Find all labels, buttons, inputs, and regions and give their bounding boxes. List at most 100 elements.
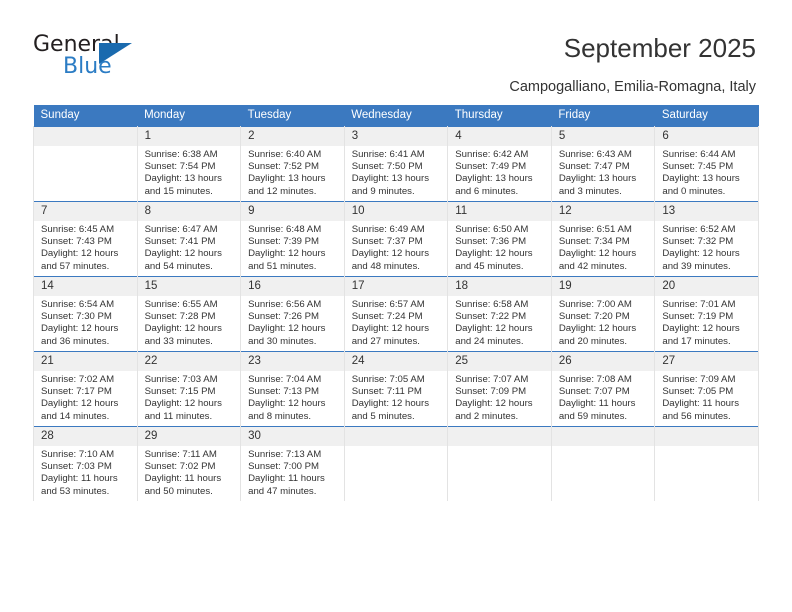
sunrise-time: Sunrise: 7:11 AM (144, 449, 217, 460)
day-cell-inner: 21 Sunrise: 7:02 AM Sunset: 7:17 PM Dayligh… (34, 352, 137, 426)
daylight-duration-line2: and 36 minutes. (41, 335, 110, 347)
day-details: Sunrise: 6:38 AM Sunset: 7:54 PM Daylight:… (138, 146, 241, 198)
daylight-duration-line2: and 42 minutes. (558, 260, 628, 272)
calendar-day-cell[interactable]: 29 Sunrise: 7:11 AM Sunset: 7:02 PM Dayligh… (136, 426, 242, 501)
calendar-day-cell[interactable]: 7 Sunrise: 6:45 AM Sunset: 7:43 PM Daylight… (33, 201, 138, 277)
day-number: 24 (344, 352, 448, 371)
weekday-header-wednesday: Wednesday (344, 105, 448, 127)
day-cell-inner (655, 427, 758, 501)
sunset-time: Sunset: 7:41 PM (144, 236, 216, 248)
calendar-day-cell[interactable]: 19 Sunrise: 7:00 AM Sunset: 7:20 PM Dayligh… (550, 276, 656, 352)
calendar-day-cell[interactable] (447, 426, 552, 501)
calendar-day-cell[interactable]: 17 Sunrise: 6:57 AM Sunset: 7:24 PM Dayligh… (343, 276, 449, 352)
day-cell-inner: 13 Sunrise: 6:52 AM Sunset: 7:32 PM Dayligh… (655, 202, 758, 276)
sunrise-time: Sunrise: 7:07 AM (455, 374, 529, 385)
calendar-day-cell[interactable]: 4 Sunrise: 6:42 AM Sunset: 7:49 PM Daylight… (447, 126, 552, 202)
calendar-day-cell[interactable]: 27 Sunrise: 7:09 AM Sunset: 7:05 PM Dayligh… (654, 351, 759, 427)
sunrise-time: Sunrise: 7:03 AM (144, 374, 218, 385)
daylight-duration-line1: Daylight: 12 hours (455, 248, 533, 260)
day-details: Sunrise: 7:00 AM Sunset: 7:20 PM Daylight:… (552, 296, 655, 348)
sunrise-time: Sunrise: 6:43 AM (558, 149, 632, 160)
calendar-day-cell[interactable]: 20 Sunrise: 7:01 AM Sunset: 7:19 PM Dayligh… (654, 276, 759, 352)
calendar-day-cell[interactable]: 5 Sunrise: 6:43 AM Sunset: 7:47 PM Daylight… (550, 126, 656, 202)
day-cell-inner: 30 Sunrise: 7:13 AM Sunset: 7:00 PM Dayligh… (241, 427, 344, 501)
generalblue-logo[interactable]: General Blue (33, 32, 203, 84)
day-cell-inner: 2 Sunrise: 6:40 AM Sunset: 7:52 PM Daylight… (241, 127, 344, 201)
calendar-day-cell[interactable]: 23 Sunrise: 7:04 AM Sunset: 7:13 PM Dayligh… (240, 351, 345, 427)
sunrise-time: Sunrise: 6:48 AM (248, 224, 322, 235)
calendar-day-cell[interactable]: 11 Sunrise: 6:50 AM Sunset: 7:36 PM Dayligh… (447, 201, 552, 277)
sunrise-time: Sunrise: 6:51 AM (558, 224, 632, 235)
calendar-day-cell[interactable]: 14 Sunrise: 6:54 AM Sunset: 7:30 PM Dayligh… (33, 276, 138, 352)
weekday-header-friday: Friday (551, 105, 655, 127)
daylight-duration-line2: and 53 minutes. (41, 485, 110, 497)
daylight-duration-line2: and 15 minutes. (144, 185, 213, 197)
calendar-day-cell[interactable]: 15 Sunrise: 6:55 AM Sunset: 7:28 PM Dayligh… (136, 276, 242, 352)
sunrise-time: Sunrise: 7:08 AM (558, 374, 632, 385)
calendar-day-cell[interactable]: 21 Sunrise: 7:02 AM Sunset: 7:17 PM Dayligh… (33, 351, 138, 427)
calendar-day-cell[interactable] (550, 426, 656, 501)
daylight-duration-line1: Daylight: 13 hours (558, 173, 637, 185)
day-cell-inner: 15 Sunrise: 6:55 AM Sunset: 7:28 PM Dayligh… (137, 277, 241, 351)
day-cell-inner: 24 Sunrise: 7:05 AM Sunset: 7:11 PM Dayligh… (344, 352, 448, 426)
sunset-time: Sunset: 7:52 PM (248, 161, 320, 173)
sunrise-time: Sunrise: 6:38 AM (144, 149, 218, 160)
calendar-day-cell[interactable]: 10 Sunrise: 6:49 AM Sunset: 7:37 PM Dayligh… (343, 201, 449, 277)
sunrise-time: Sunrise: 6:58 AM (455, 299, 529, 310)
sunset-time: Sunset: 7:54 PM (144, 161, 216, 173)
daylight-duration-line2: and 2 minutes. (455, 410, 519, 422)
calendar-day-cell[interactable]: 26 Sunrise: 7:08 AM Sunset: 7:07 PM Dayligh… (550, 351, 656, 427)
calendar-day-cell[interactable]: 16 Sunrise: 6:56 AM Sunset: 7:26 PM Dayligh… (240, 276, 345, 352)
daylight-duration-line2: and 3 minutes. (558, 185, 622, 197)
calendar-day-cell[interactable] (654, 426, 759, 501)
day-cell-inner: 17 Sunrise: 6:57 AM Sunset: 7:24 PM Dayligh… (344, 277, 448, 351)
sunrise-time: Sunrise: 6:57 AM (351, 299, 425, 310)
day-cell-inner: 18 Sunrise: 6:58 AM Sunset: 7:22 PM Dayligh… (448, 277, 551, 351)
calendar-day-cell[interactable]: 3 Sunrise: 6:41 AM Sunset: 7:50 PM Daylight… (343, 126, 449, 202)
day-cell-inner: 12 Sunrise: 6:51 AM Sunset: 7:34 PM Dayligh… (551, 202, 655, 276)
day-number (34, 127, 137, 146)
day-number: 30 (241, 427, 344, 446)
daylight-duration-line2: and 30 minutes. (248, 335, 317, 347)
day-cell-inner (34, 127, 137, 201)
day-details: Sunrise: 6:54 AM Sunset: 7:30 PM Daylight:… (34, 296, 137, 348)
calendar-day-cell[interactable]: 9 Sunrise: 6:48 AM Sunset: 7:39 PM Daylight… (240, 201, 345, 277)
daylight-duration-line1: Daylight: 11 hours (662, 398, 739, 410)
daylight-duration-line2: and 59 minutes. (558, 410, 628, 422)
calendar-day-cell[interactable]: 12 Sunrise: 6:51 AM Sunset: 7:34 PM Dayligh… (550, 201, 656, 277)
daylight-duration-line1: Daylight: 13 hours (248, 173, 326, 185)
calendar-day-cell[interactable]: 30 Sunrise: 7:13 AM Sunset: 7:00 PM Dayligh… (240, 426, 345, 501)
day-details: Sunrise: 6:51 AM Sunset: 7:34 PM Daylight:… (552, 221, 655, 273)
day-number: 13 (655, 202, 758, 221)
daylight-duration-line1: Daylight: 11 hours (41, 473, 118, 485)
sunset-time: Sunset: 7:47 PM (558, 161, 630, 173)
day-cell-inner: 28 Sunrise: 7:10 AM Sunset: 7:03 PM Dayligh… (34, 427, 137, 501)
daylight-duration-line1: Daylight: 12 hours (558, 248, 637, 260)
daylight-duration-line2: and 51 minutes. (248, 260, 317, 272)
calendar-day-cell[interactable]: 6 Sunrise: 6:44 AM Sunset: 7:45 PM Daylight… (654, 126, 759, 202)
sunset-time: Sunset: 7:22 PM (455, 311, 527, 323)
calendar-day-cell[interactable] (343, 426, 449, 501)
calendar-day-cell[interactable]: 13 Sunrise: 6:52 AM Sunset: 7:32 PM Dayligh… (654, 201, 759, 277)
calendar-day-cell[interactable]: 8 Sunrise: 6:47 AM Sunset: 7:41 PM Daylight… (136, 201, 242, 277)
calendar-day-cell[interactable]: 2 Sunrise: 6:40 AM Sunset: 7:52 PM Daylight… (240, 126, 345, 202)
calendar-day-cell[interactable]: 22 Sunrise: 7:03 AM Sunset: 7:15 PM Dayligh… (136, 351, 242, 427)
calendar-day-cell[interactable]: 24 Sunrise: 7:05 AM Sunset: 7:11 PM Dayligh… (343, 351, 449, 427)
daylight-duration-line2: and 20 minutes. (558, 335, 628, 347)
day-number: 22 (137, 352, 241, 371)
sunset-time: Sunset: 7:28 PM (144, 311, 216, 323)
calendar-day-cell[interactable]: 18 Sunrise: 6:58 AM Sunset: 7:22 PM Dayligh… (447, 276, 552, 352)
calendar-week-row: 7 Sunrise: 6:45 AM Sunset: 7:43 PM Daylight… (33, 201, 759, 277)
daylight-duration-line2: and 27 minutes. (351, 335, 420, 347)
daylight-duration-line2: and 57 minutes. (41, 260, 110, 272)
calendar-day-cell[interactable]: 1 Sunrise: 6:38 AM Sunset: 7:54 PM Daylight… (136, 126, 242, 202)
calendar-day-cell[interactable]: 28 Sunrise: 7:10 AM Sunset: 7:03 PM Dayligh… (33, 426, 138, 501)
sunset-time: Sunset: 7:50 PM (351, 161, 423, 173)
daylight-duration-line1: Daylight: 12 hours (41, 248, 119, 260)
sunset-time: Sunset: 7:05 PM (662, 386, 734, 398)
calendar-day-cell[interactable]: 25 Sunrise: 7:07 AM Sunset: 7:09 PM Dayligh… (447, 351, 552, 427)
day-cell-inner: 22 Sunrise: 7:03 AM Sunset: 7:15 PM Dayligh… (137, 352, 241, 426)
day-cell-inner: 26 Sunrise: 7:08 AM Sunset: 7:07 PM Dayligh… (551, 352, 655, 426)
calendar-day-cell[interactable] (33, 126, 138, 202)
day-cell-inner: 11 Sunrise: 6:50 AM Sunset: 7:36 PM Dayligh… (448, 202, 551, 276)
